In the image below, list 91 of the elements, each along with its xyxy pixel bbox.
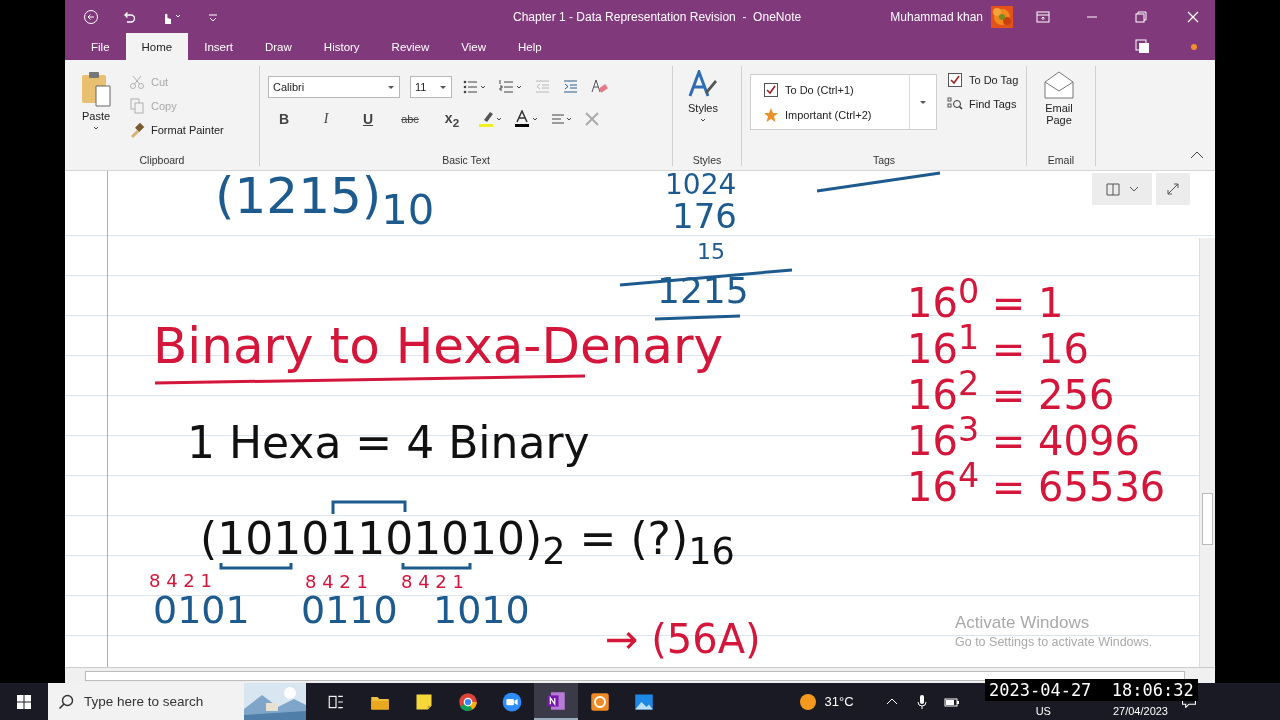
clipboard-icon [79,70,113,108]
search-icon [58,693,74,710]
language-indicator[interactable]: US [1035,704,1051,720]
numbering-icon [498,78,524,96]
handwritten-ink: 176 [672,199,737,233]
handwritten-ink: 1024 [665,171,737,199]
restore-icon [1133,8,1149,25]
horizontal-scrollbar[interactable] [65,667,1215,683]
handwritten-ink: 0110 [301,591,398,629]
group-label: Clipboard [138,154,186,166]
bold-button[interactable]: B [268,111,300,128]
dropdown-icon [919,98,927,106]
scrollbar-thumb[interactable] [85,671,1185,681]
font-name-field[interactable]: Calibri [268,76,400,98]
ribbon-tab[interactable]: View [445,33,503,60]
slides-app-icon [590,691,610,712]
group-label: Tags [871,154,897,166]
decrease-indent-icon [534,78,552,96]
notebook-icon [546,690,566,711]
tag-item[interactable]: Important (Ctrl+2) [759,104,899,125]
handwritten-ink: 1 Hexa = 4 Binary [187,421,590,465]
ring-logo-icon [458,691,478,712]
copy-icon [129,98,145,114]
font-size-field[interactable]: 11 [410,76,452,98]
sun-icon [798,692,817,711]
back-icon [83,8,99,25]
handwritten-ink: Binary to Hexa-Denary [153,321,724,371]
ribbon-tab[interactable]: Help [502,33,558,60]
font-color-icon [514,110,540,129]
styles-button[interactable]: Styles [681,66,725,154]
search-field[interactable]: Type here to search [48,683,306,720]
handwritten-ink: 0101 [153,591,250,629]
handwritten-ink: 8 4 2 1 [149,572,212,590]
scrollbar-thumb[interactable] [1202,493,1213,545]
ribbon-tab[interactable]: Review [375,33,446,60]
caret-icon [439,83,447,91]
video-camera-icon [502,691,522,712]
paste-button[interactable]: Paste [73,66,119,154]
book-icon [1104,181,1122,197]
to-do-tag-button[interactable]: To Do Tag [943,70,1023,90]
italic-button[interactable]: I [310,111,342,128]
checkbox-icon [763,81,779,98]
strike-button[interactable]: abc [394,113,426,126]
email-page-button[interactable]: Email Page [1035,66,1083,154]
checkbox-icon [947,72,963,88]
underline-button[interactable]: U [352,111,384,128]
group-label: Basic Text [441,154,491,166]
temperature[interactable]: 31°C [824,694,854,709]
find-tags-button[interactable]: Find Tags [943,94,1023,114]
window-title: Chapter 1 - Data Representation Revision - OneNote [513,9,803,24]
subscript-button[interactable]: x$_{2}$ [436,110,468,129]
bullets-icon [462,78,488,96]
handwritten-ink: 15 [697,241,725,263]
ribbon-tab[interactable]: History [307,33,376,60]
handwritten-ink: → (56A) [605,619,761,659]
scissors-icon [129,74,145,90]
minimize-icon [1087,15,1097,18]
notification-dot-icon[interactable] [1191,44,1197,50]
activation-title: Activate Windows [955,613,1091,633]
user-name[interactable]: Muhammad khan [890,9,983,24]
star-icon [763,106,779,123]
caret-icon [92,124,100,132]
envelope-icon [1043,70,1075,100]
eraser-icon [590,78,608,96]
caret-icon [387,83,395,91]
date[interactable]: 27/04/2023 [1112,704,1168,718]
recording-timestamp: 2023-04-27 18:06:32 [985,679,1198,701]
paintbrush-icon [129,122,145,138]
activation-hint: Go to Settings to activate Windows. [955,635,1153,649]
caret-icon [699,116,707,124]
handwritten-ink: 1010 [433,591,530,629]
find-icon [947,96,963,112]
group-label: Email [1046,154,1076,166]
increase-indent-icon [562,78,580,96]
ink-bracket [401,563,472,570]
ribbon-display-icon [1035,8,1051,25]
group-label: Styles [691,154,723,166]
windows-logo-icon [16,693,32,710]
ribbon-tab[interactable]: Draw [249,33,308,60]
format-painter-button[interactable]: Format Painter [125,120,228,140]
tag-item[interactable]: To Do (Ctrl+1) [759,79,899,100]
handwritten-ink: 8 4 2 1 [401,573,464,591]
ribbon-tab[interactable]: Insert [188,33,249,60]
clear-icon [584,111,600,128]
vertical-scrollbar[interactable] [1199,238,1215,668]
highlighter-icon [478,110,504,129]
expand-icon [1165,181,1181,197]
ribbon-tab[interactable]: Home [125,33,189,60]
handwritten-ink: 8 4 2 1 [305,573,368,591]
ribbon-tab[interactable]: File [75,33,126,60]
notebooks-icon [1135,39,1151,55]
